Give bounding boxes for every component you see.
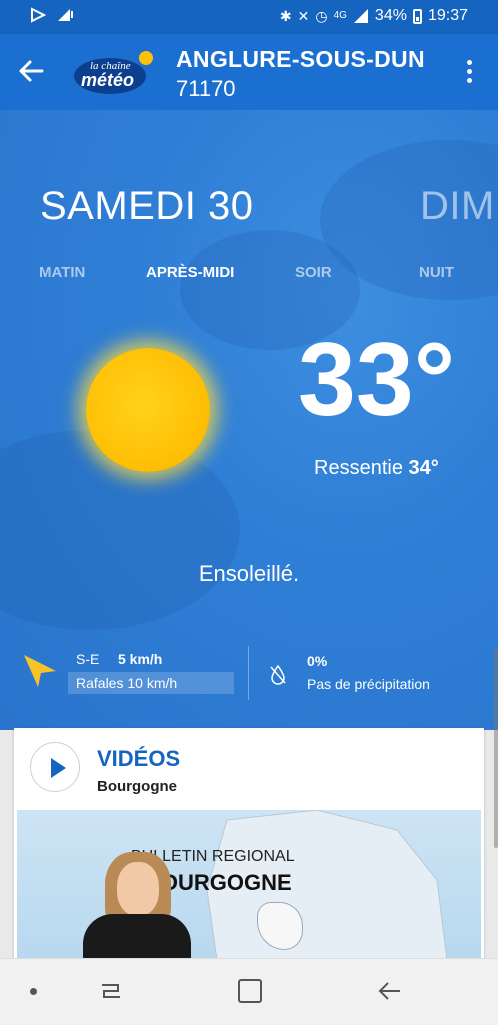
svg-text:météo: météo (81, 70, 134, 90)
tab-nuit[interactable]: NUIT (419, 264, 454, 281)
temperature: 33° (298, 322, 456, 438)
back-icon[interactable] (376, 979, 402, 1003)
precipitation-text: Pas de précipitation (307, 676, 430, 692)
system-nav-bar (0, 958, 498, 1025)
feels-like-label: Ressentie (314, 457, 403, 479)
postal-code: 71170 (176, 76, 236, 101)
network-type: 4G (333, 10, 347, 21)
battery-percent: 34% (374, 7, 407, 24)
wind-direction-icon (24, 655, 56, 687)
clock: 19:37 (427, 7, 468, 24)
overflow-menu-icon[interactable] (464, 60, 474, 88)
mute-icon: ✕ (297, 8, 310, 24)
videos-region: Bourgogne (97, 778, 177, 795)
back-arrow-icon[interactable] (14, 54, 48, 88)
signal-alert-icon (58, 9, 73, 21)
app-bar: la chaîne météo ANGLURE-SOUS-DUN 71170 (0, 34, 498, 110)
tab-matin[interactable]: MATIN (39, 264, 85, 281)
location-name: ANGLURE-SOUS-DUN (176, 46, 425, 72)
tab-soir[interactable]: SOIR (295, 264, 332, 281)
scrollbar[interactable] (494, 648, 498, 848)
signal-icon (353, 9, 368, 23)
videos-card[interactable]: VIDÉOS Bourgogne BULLETIN REGIONAL BOURG… (14, 728, 484, 960)
current-day-label[interactable]: SAMEDI 30 (40, 184, 253, 229)
alarm-icon: ◷ (315, 8, 328, 24)
feels-like: Ressentie 34° (314, 457, 439, 480)
play-icon[interactable] (30, 742, 80, 792)
wind-speed: 5 km/h (118, 651, 163, 667)
video-thumbnail[interactable]: BULLETIN REGIONAL BOURGOGNE (17, 810, 481, 960)
videos-title: VIDÉOS (97, 746, 181, 771)
divider (248, 646, 249, 700)
nav-dot-icon[interactable] (30, 988, 37, 995)
no-rain-icon (270, 664, 286, 685)
bluetooth-icon: ✱ (279, 8, 292, 24)
precipitation-percent: 0% (307, 653, 328, 669)
battery-icon (412, 8, 422, 24)
sun-icon (86, 348, 210, 472)
status-bar: ✱ ✕ ◷ 4G 34% 19:37 (0, 0, 498, 34)
la-chaine-meteo-logo: la chaîne météo (72, 48, 154, 96)
home-icon[interactable] (238, 979, 262, 1003)
wind-direction: S-E (76, 651, 100, 667)
tab-apres-midi[interactable]: APRÈS-MIDI (146, 264, 234, 281)
wind-gusts: Rafales 10 km/h (68, 672, 234, 694)
feels-like-value: 34° (408, 457, 439, 479)
recent-apps-icon[interactable] (98, 979, 124, 1003)
weather-panel: SAMEDI 30 DIM MATIN APRÈS-MIDI SOIR NUIT… (0, 110, 498, 730)
next-day-label[interactable]: DIM (420, 184, 495, 229)
weather-condition: Ensoleillé. (198, 561, 300, 586)
notification-icon (31, 7, 47, 23)
